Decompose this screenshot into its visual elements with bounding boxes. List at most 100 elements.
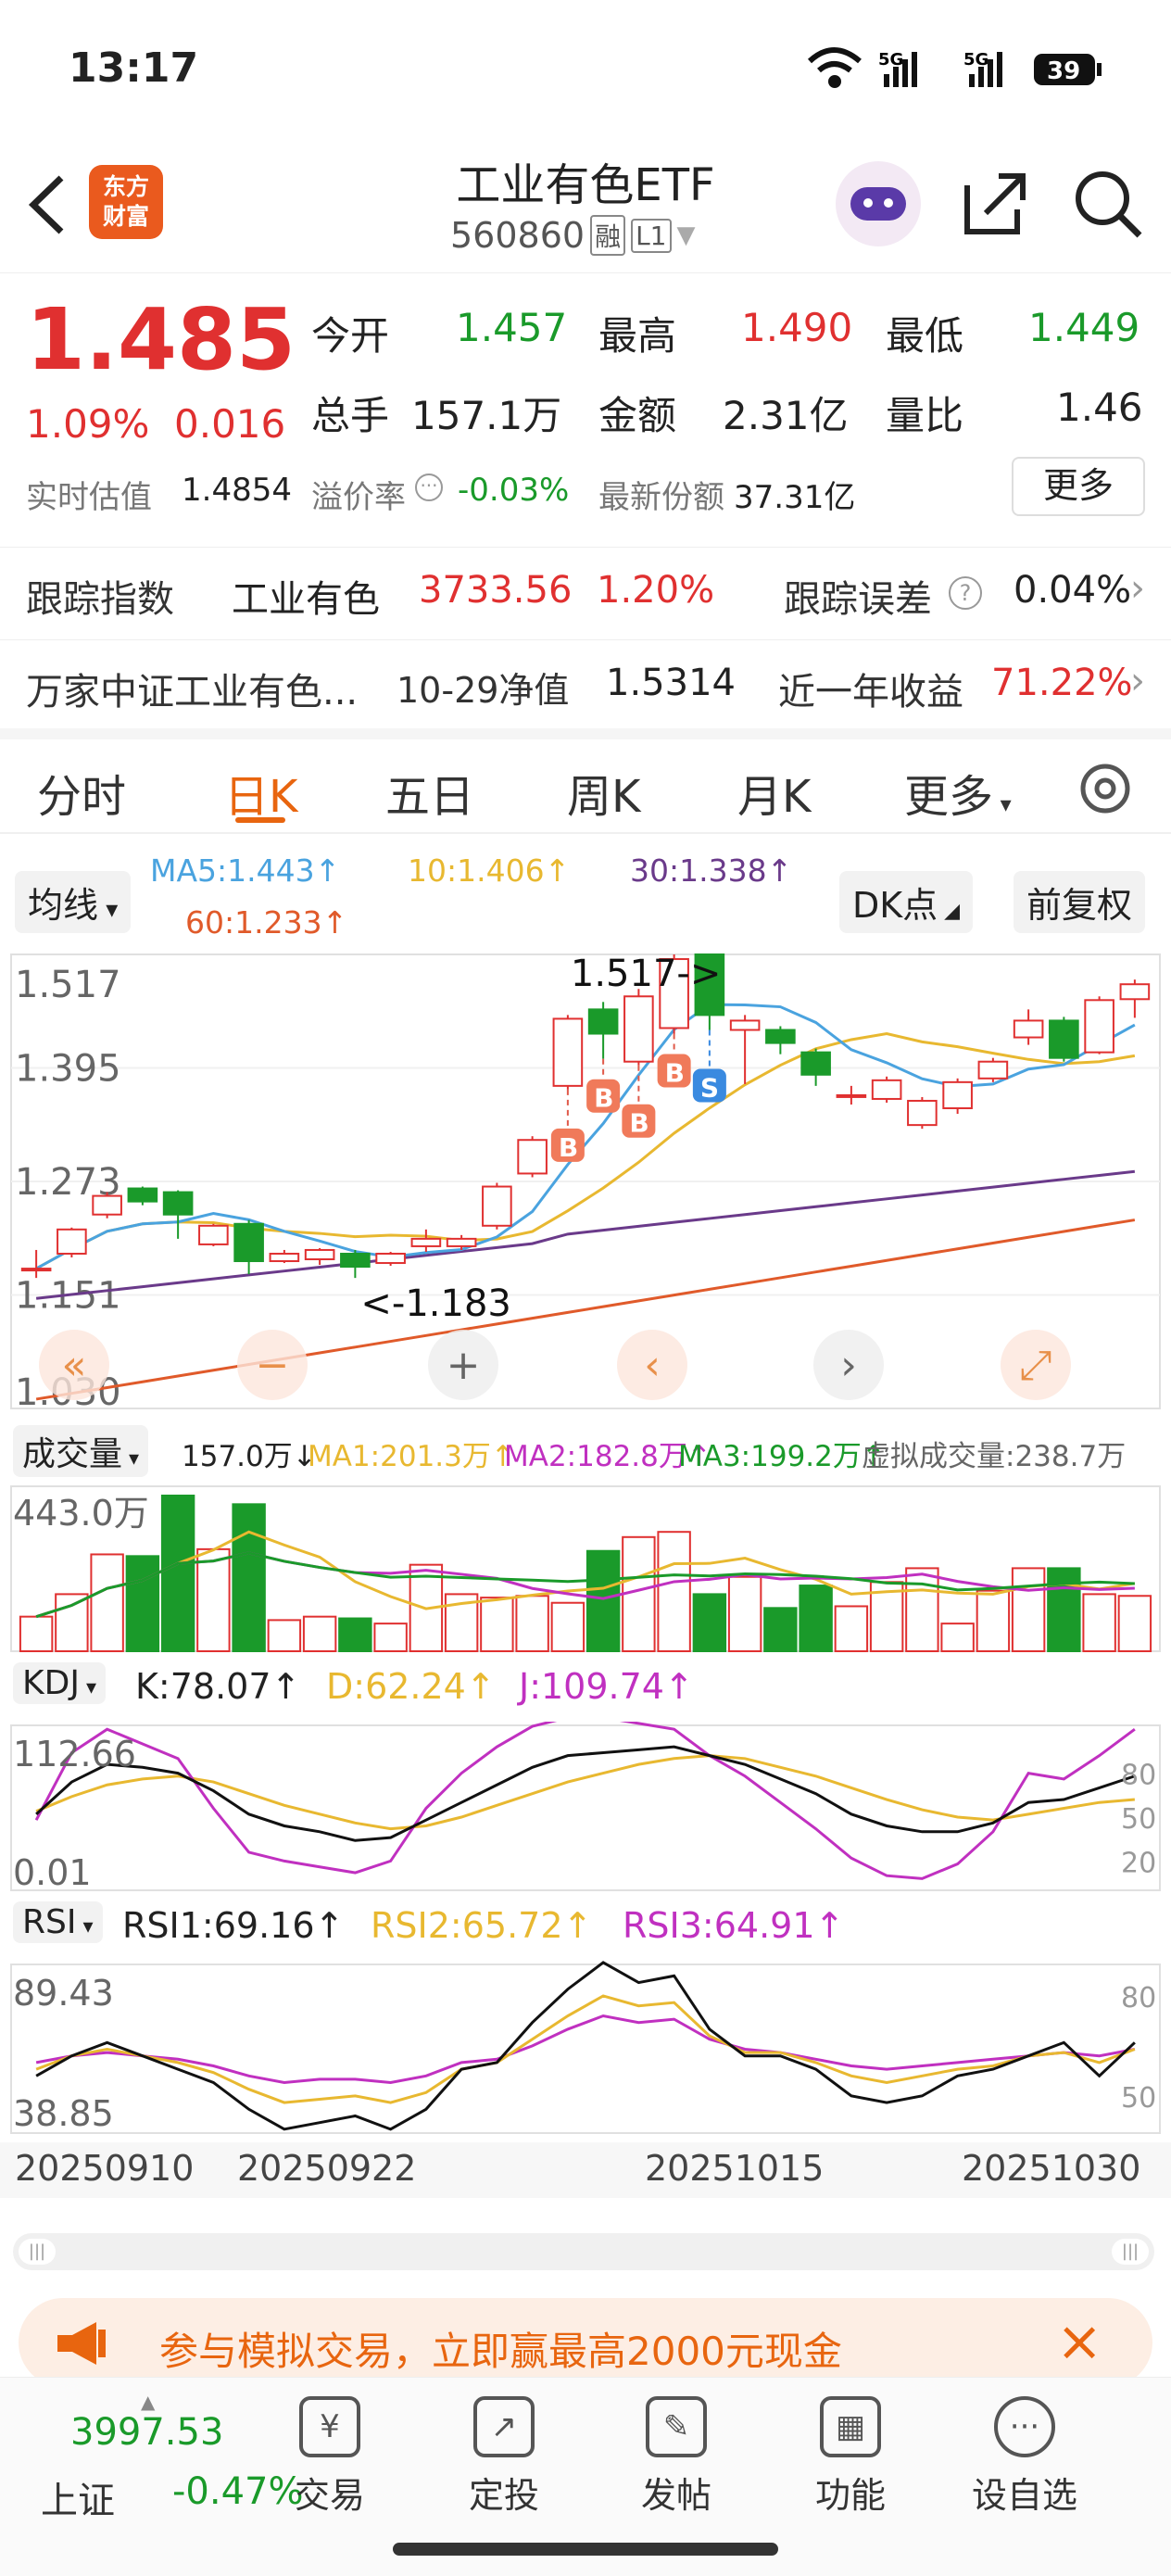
rsi-legend: RSI ▾ RSI1:69.16↑ RSI2:65.72↑ RSI3:64.91… <box>0 1900 1171 1955</box>
kdj-level-label: 80 <box>1121 1760 1156 1792</box>
index-value[interactable]: 3997.53 <box>70 2411 223 2454</box>
rsi2-line <box>35 1994 1136 2104</box>
volume-label: 总手 <box>311 393 390 438</box>
date-axis: 20250910 20250922 20251015 20251030 <box>0 2142 1171 2198</box>
ma-legend: 均线 ▾ MA5:1.443↑ 10:1.406↑ 30:1.338↑ 60:1… <box>0 843 1171 954</box>
tracking-row[interactable]: 跟踪指数 工业有色 3733.56 1.20% 跟踪误差 ? 0.04% › <box>0 547 1171 639</box>
candle <box>942 1078 973 1115</box>
help-icon: ? <box>949 576 982 610</box>
ma-select-button[interactable]: 均线 ▾ <box>15 871 132 933</box>
nav-label: 设自选 <box>971 2475 1077 2516</box>
candle-body <box>907 1099 938 1127</box>
candle-body <box>800 1051 831 1076</box>
status-icons: 5G 5G 39 <box>807 47 1102 88</box>
low-label: 最低 <box>886 313 964 359</box>
premium-label: 溢价率 <box>311 479 406 516</box>
ma60-label: 60:1.233↑ <box>185 904 348 941</box>
candle <box>552 1015 584 1090</box>
candle <box>729 1015 761 1084</box>
candle <box>92 1192 122 1219</box>
dk-button[interactable]: DK点 ◢ <box>839 871 974 933</box>
signal-label: B <box>665 1058 685 1089</box>
shares-value: 37.31亿 <box>734 479 856 516</box>
candle-body <box>977 1060 1009 1080</box>
volume-bar <box>302 1615 337 1653</box>
volume-bar <box>196 1547 231 1652</box>
kdj-level-label: 20 <box>1121 1847 1156 1879</box>
kdj-chart[interactable]: 112.66 0.01 80 50 20 <box>0 1722 1171 1894</box>
more-button[interactable]: 更多 <box>1012 457 1145 516</box>
candle-body <box>198 1224 229 1245</box>
battery-icon: 39 <box>1034 54 1102 85</box>
nav-button-4[interactable]: ··· 设自选 <box>969 2396 1080 2518</box>
volume-current: 157.0万↓ <box>182 1440 317 1473</box>
kdj-d: D:62.24↑ <box>326 1666 496 1707</box>
kdj-k: K:78.07↑ <box>135 1666 301 1707</box>
zoom-out-icon[interactable]: − <box>237 1330 308 1400</box>
scroll-left-icon[interactable]: ‹ <box>617 1330 687 1400</box>
candle-body <box>1013 1019 1044 1039</box>
candle-body <box>304 1248 335 1261</box>
kdj-k-line <box>35 1745 1136 1842</box>
candle-body <box>233 1222 264 1263</box>
tab-0[interactable]: 分时 <box>37 760 126 825</box>
nav-label: 发帖 <box>640 2475 711 2516</box>
tab-2[interactable]: 五日 <box>385 760 474 825</box>
rsi-level-80: 80 <box>1121 1982 1156 2014</box>
nav-button-1[interactable]: ↗ 定投 <box>448 2396 560 2518</box>
close-icon[interactable]: × <box>1056 2309 1102 2374</box>
candle-body <box>269 1252 300 1263</box>
candle <box>198 1223 229 1246</box>
info-icon[interactable]: ··· <box>415 474 443 501</box>
shares-label: 最新份额 <box>598 479 724 516</box>
nav-button-3[interactable]: ▦ 功能 <box>795 2396 906 2518</box>
fund-row[interactable]: 万家中证工业有色... 10-29净值 1.5314 近一年收益 71.22% … <box>0 639 1171 732</box>
svg-text:−: − <box>256 1342 290 1389</box>
candle-body <box>587 1008 619 1035</box>
nav-label: 10-29净值 <box>397 670 570 711</box>
candle-body <box>836 1093 867 1098</box>
tab-1[interactable]: 日K <box>224 760 297 825</box>
svg-text:⤢: ⤢ <box>1019 1342 1051 1389</box>
svg-text:39: 39 <box>1047 57 1080 85</box>
volume-chart[interactable]: 443.0万 <box>0 1479 1171 1655</box>
nav-button-0[interactable]: ¥ 交易 <box>274 2396 385 2518</box>
settings-gear-icon[interactable] <box>1073 756 1138 821</box>
tab-4[interactable]: 月K <box>737 760 811 825</box>
range-scrollbar[interactable]: ||| ||| <box>13 2233 1154 2270</box>
robot-icon[interactable] <box>836 161 921 246</box>
dropdown-icon: ▼ <box>676 221 696 249</box>
candle <box>800 1048 831 1086</box>
index-name: 上证 <box>41 2480 115 2522</box>
nav-button-2[interactable]: ✎ 发帖 <box>621 2396 732 2518</box>
last-price: 1.485 <box>26 290 296 389</box>
promo-banner[interactable]: 参与模拟交易，立即赢最高2000元现金 × <box>19 2298 1152 2387</box>
x-tick-label: 20250922 <box>237 2148 417 2189</box>
scroll-right-icon[interactable]: › <box>813 1330 884 1400</box>
rsi1: RSI1:69.16↑ <box>122 1905 345 1946</box>
iopv-label: 实时估值 <box>26 479 152 516</box>
zoom-in-icon[interactable]: + <box>428 1330 498 1400</box>
tab-5[interactable]: 更多 ▾ <box>904 760 1012 825</box>
amount-label: 金额 <box>598 393 677 438</box>
tab-3[interactable]: 周K <box>567 760 640 825</box>
share-icon[interactable] <box>958 167 1032 241</box>
kdj-select-button[interactable]: KDJ ▾ <box>13 1662 106 1704</box>
bottom-bar: 3997.53 ▲ 上证 -0.47% ¥ 交易 ↗ 定投 ✎ 发帖 ▦ 功能 ··· 设自选 <box>0 2377 1171 2576</box>
rsi-min-label: 38.85 <box>13 2093 114 2134</box>
candle-body <box>92 1194 122 1216</box>
volume-select-button[interactable]: 成交量 ▾ <box>13 1425 149 1477</box>
kline-chart[interactable]: 1.5171.3951.2731.1511.0301.517-><-1.183B… <box>0 945 1171 1418</box>
scroll-left-fast-icon[interactable]: « <box>39 1330 109 1400</box>
search-icon[interactable] <box>1071 167 1145 241</box>
candle-body <box>410 1237 442 1247</box>
ma30-label: 30:1.338↑ <box>630 852 793 889</box>
adjust-button[interactable]: 前复权 <box>1014 871 1146 933</box>
candle <box>1013 1009 1044 1045</box>
candle-body <box>517 1139 548 1175</box>
kdj-min-label: 0.01 <box>13 1852 92 1893</box>
rsi-select-button[interactable]: RSI ▾ <box>13 1901 103 1943</box>
rsi-chart[interactable]: 89.43 38.85 80 50 <box>0 1961 1171 2137</box>
fullscreen-icon[interactable]: ⤢ <box>1001 1330 1071 1400</box>
low-value: 1.449 <box>1028 305 1140 350</box>
